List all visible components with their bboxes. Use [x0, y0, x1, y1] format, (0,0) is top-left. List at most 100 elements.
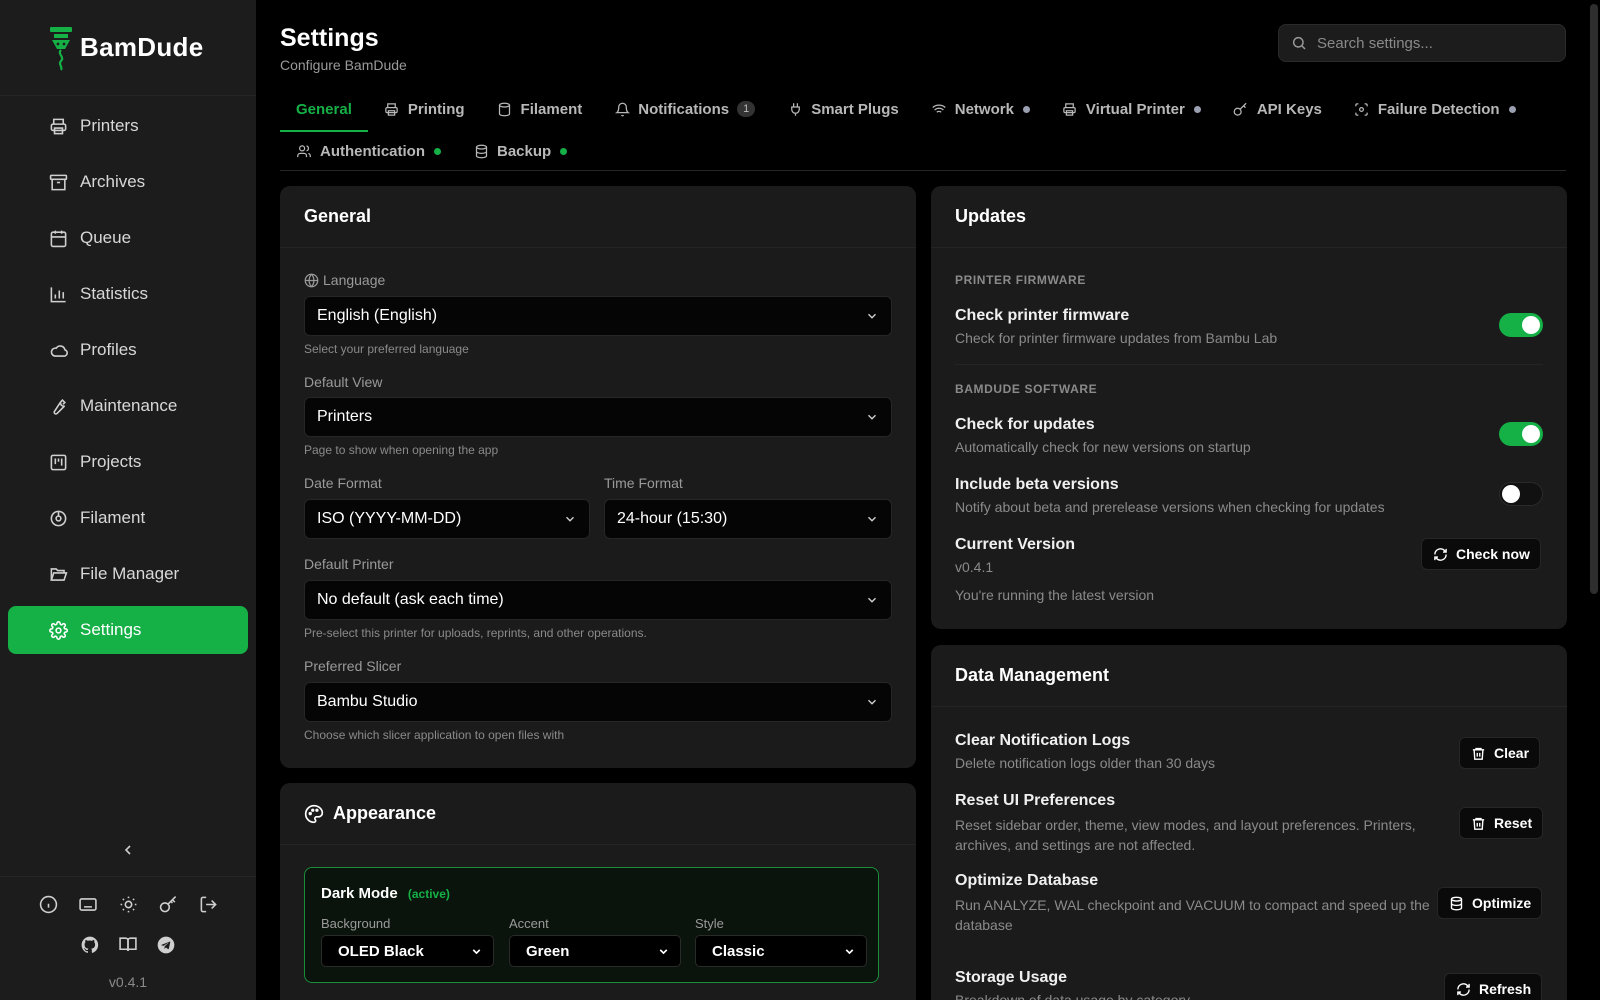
reset-ui-title: Reset UI Preferences	[955, 792, 1116, 809]
refresh-icon	[1455, 981, 1471, 997]
cloud-icon	[48, 340, 68, 360]
optimize-db-button[interactable]: Optimize	[1437, 887, 1543, 919]
updates-card: Updates PRINTER FIRMWARE Check printer f…	[931, 186, 1567, 629]
info-icon[interactable]	[37, 893, 59, 915]
notifications-badge: 1	[737, 101, 756, 117]
gear-icon	[48, 620, 68, 640]
logo[interactable]: BamDude	[0, 0, 256, 96]
dark-mode-status: (active)	[407, 887, 450, 901]
kanban-icon	[48, 452, 68, 472]
software-section-label: BAMDUDE SOFTWARE	[955, 382, 1098, 396]
default-printer-select[interactable]: No default (ask each time)	[304, 580, 892, 620]
include-beta-desc: Notify about beta and prerelease version…	[955, 499, 1385, 515]
tab-virtual-printer[interactable]: Virtual Printer	[1046, 88, 1217, 130]
tab-notifications[interactable]: Notifications 1	[598, 88, 771, 130]
tab-label: Smart Plugs	[811, 100, 899, 118]
sidebar-item-filament[interactable]: Filament	[8, 494, 248, 542]
card-title: General	[280, 186, 916, 248]
scrollbar[interactable]	[1590, 4, 1598, 594]
background-select[interactable]: OLED Black	[321, 935, 494, 967]
date-format-select[interactable]: ISO (YYYY-MM-DD)	[304, 499, 590, 539]
chevron-down-icon	[868, 699, 876, 705]
sidebar-item-label: Settings	[80, 620, 142, 639]
database-icon	[473, 143, 489, 159]
sidebar-item-label: Projects	[80, 452, 142, 471]
check-firmware-desc: Check for printer firmware updates from …	[955, 330, 1278, 346]
sun-icon[interactable]	[117, 893, 139, 915]
sidebar-item-file-manager[interactable]: File Manager	[8, 550, 248, 598]
users-icon	[296, 143, 312, 159]
language-select[interactable]: English (English)	[304, 296, 892, 336]
refresh-storage-button[interactable]: Refresh	[1444, 973, 1543, 1000]
globe-icon	[304, 273, 319, 287]
sidebar-item-archives[interactable]: Archives	[8, 158, 248, 206]
toggle-knob	[1522, 316, 1540, 334]
default-view-select[interactable]: Printers	[304, 397, 892, 437]
preferred-slicer-hint: Choose which slicer application to open …	[304, 728, 565, 742]
card-title: Data Management	[931, 645, 1567, 707]
chevron-down-icon	[868, 414, 876, 420]
tab-api-keys[interactable]: API Keys	[1217, 88, 1338, 130]
sidebar-item-queue[interactable]: Queue	[8, 214, 248, 262]
palette-icon	[304, 804, 324, 823]
chevron-down-icon	[472, 948, 481, 954]
chevron-down-icon	[845, 948, 854, 954]
search-input[interactable]	[1317, 34, 1547, 52]
database-icon	[1448, 895, 1464, 911]
sidebar-item-profiles[interactable]: Profiles	[8, 326, 248, 374]
sidebar-item-label: Archives	[80, 172, 146, 191]
sidebar-nav: Printers Archives Queue Statistics Profi…	[0, 96, 256, 654]
key-icon[interactable]	[157, 893, 179, 915]
collapse-sidebar-button[interactable]	[112, 836, 144, 864]
optimize-db-desc: Run ANALYZE, WAL checkpoint and VACUUM t…	[955, 897, 1430, 933]
check-firmware-toggle[interactable]	[1499, 313, 1543, 337]
keyboard-icon[interactable]	[77, 893, 99, 915]
sidebar-item-printers[interactable]: Printers	[8, 102, 248, 150]
sidebar-item-projects[interactable]: Projects	[8, 438, 248, 486]
tab-authentication[interactable]: Authentication	[280, 131, 457, 171]
scan-icon	[1354, 101, 1370, 117]
main-content: Settings Configure BamDude General Print…	[256, 0, 1600, 1000]
spool-icon	[497, 101, 513, 117]
archive-icon	[48, 172, 68, 192]
status-dot	[1508, 105, 1516, 113]
logout-icon[interactable]	[197, 893, 219, 915]
preferred-slicer-select[interactable]: Bambu Studio	[304, 682, 892, 722]
chevron-down-icon	[566, 516, 574, 522]
printer-icon	[1062, 101, 1078, 117]
settings-tabs: General Printing Filament Notifications …	[280, 88, 1566, 171]
accent-label: Accent	[509, 916, 549, 931]
sidebar-item-settings[interactable]: Settings	[8, 606, 248, 654]
reset-ui-button[interactable]: Reset	[1459, 807, 1544, 839]
tab-backup[interactable]: Backup	[457, 131, 583, 171]
style-select[interactable]: Classic	[695, 935, 867, 967]
tab-label: Network	[954, 100, 1014, 118]
wrench-icon	[48, 396, 68, 416]
tab-failure-detection[interactable]: Failure Detection	[1338, 88, 1532, 130]
wifi-icon	[931, 101, 947, 117]
check-now-button[interactable]: Check now	[1421, 538, 1541, 570]
tab-general[interactable]: General	[280, 88, 368, 132]
default-printer-label: Default Printer	[304, 556, 394, 572]
data-management-card: Data Management Clear Notification Logs …	[931, 645, 1567, 1000]
sidebar-item-maintenance[interactable]: Maintenance	[8, 382, 248, 430]
tab-network[interactable]: Network	[915, 88, 1046, 130]
time-format-select[interactable]: 24-hour (15:30)	[604, 499, 892, 539]
github-icon[interactable]	[80, 935, 100, 960]
sidebar-item-label: Statistics	[80, 284, 149, 303]
tab-filament[interactable]: Filament	[481, 88, 599, 130]
accent-select[interactable]: Green	[509, 935, 681, 967]
telegram-icon[interactable]	[156, 935, 176, 960]
clear-logs-button[interactable]: Clear	[1459, 737, 1541, 769]
tab-smart-plugs[interactable]: Smart Plugs	[771, 88, 915, 130]
include-beta-toggle[interactable]	[1499, 482, 1543, 506]
calendar-icon	[48, 228, 68, 248]
sidebar-item-label: Profiles	[80, 340, 137, 359]
sidebar-item-statistics[interactable]: Statistics	[8, 270, 248, 318]
tab-label: Backup	[497, 142, 552, 160]
tab-label: Authentication	[320, 142, 425, 160]
check-updates-toggle[interactable]	[1499, 422, 1543, 446]
book-icon[interactable]	[118, 935, 138, 960]
current-version-title: Current Version	[955, 536, 1076, 553]
tab-printing[interactable]: Printing	[368, 88, 481, 130]
